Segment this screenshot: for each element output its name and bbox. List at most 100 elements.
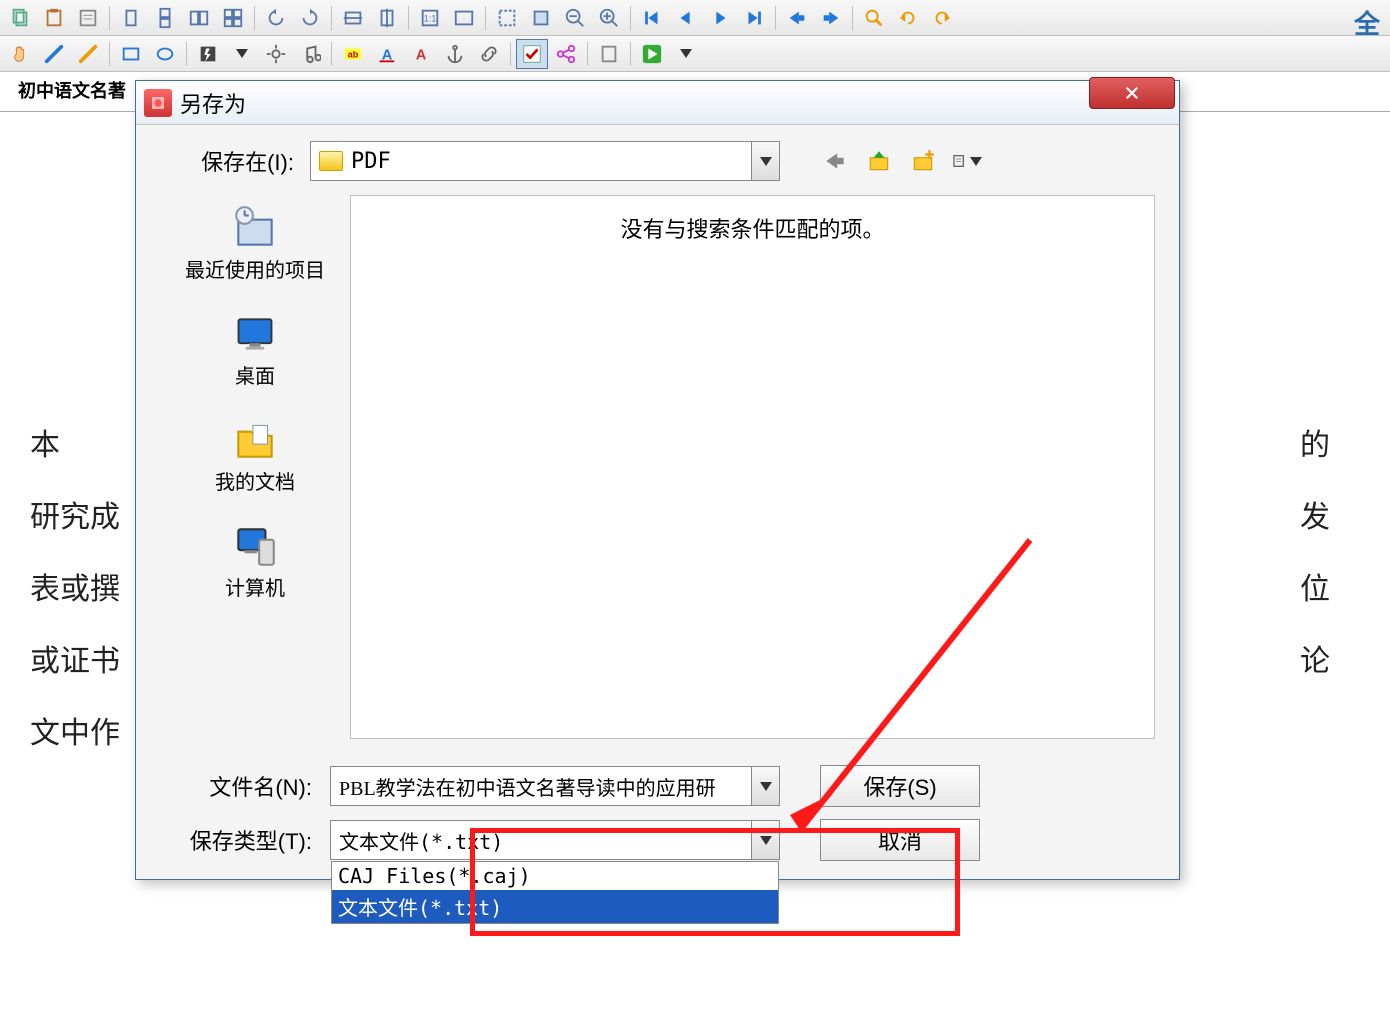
right-toolbar-label: 全 xyxy=(1354,4,1380,41)
last-page-icon[interactable] xyxy=(738,3,770,33)
rotate-left-icon[interactable] xyxy=(260,3,292,33)
filetype-label: 保存类型(T): xyxy=(160,824,330,856)
doc-text: 位 xyxy=(1300,554,1330,626)
font-style-icon[interactable]: A xyxy=(371,39,403,69)
share-icon[interactable] xyxy=(550,39,582,69)
rotate-right-icon[interactable] xyxy=(294,3,326,33)
back-icon[interactable] xyxy=(781,3,813,33)
doc-text: 论 xyxy=(1300,626,1330,698)
dialog-titlebar[interactable]: 另存为 xyxy=(136,81,1179,125)
chevron-down-icon[interactable] xyxy=(751,821,779,859)
go-icon[interactable] xyxy=(636,39,668,69)
sidebar-item-label: 最近使用的项目 xyxy=(185,259,325,283)
view-menu-icon[interactable] xyxy=(952,146,982,176)
undo-icon[interactable] xyxy=(892,3,924,33)
properties-icon[interactable] xyxy=(72,3,104,33)
doc-text: 表或撰 xyxy=(30,554,120,626)
font-color-icon[interactable]: A xyxy=(405,39,437,69)
save-button[interactable]: 保存(S) xyxy=(820,765,980,807)
bookmark-icon[interactable] xyxy=(593,39,625,69)
go-dropdown-icon[interactable] xyxy=(670,39,702,69)
copy-icon[interactable] xyxy=(4,3,36,33)
search-icon[interactable] xyxy=(858,3,890,33)
filetype-option[interactable]: 文本文件(*.txt) xyxy=(332,890,778,923)
desktop-icon xyxy=(227,309,283,359)
zoom-in-icon[interactable] xyxy=(593,3,625,33)
page-book-icon[interactable] xyxy=(217,3,249,33)
sidebar-item-label: 桌面 xyxy=(235,365,275,389)
paste-icon[interactable] xyxy=(38,3,70,33)
empty-message: 没有与搜索条件匹配的项。 xyxy=(361,212,1144,244)
sidebar-documents[interactable]: 我的文档 xyxy=(185,415,325,495)
anchor-icon[interactable] xyxy=(439,39,471,69)
rect-icon[interactable] xyxy=(115,39,147,69)
fit-page-icon[interactable] xyxy=(371,3,403,33)
close-button[interactable] xyxy=(1089,77,1175,109)
sidebar-item-label: 我的文档 xyxy=(215,471,295,495)
prev-page-icon[interactable] xyxy=(670,3,702,33)
filetype-combo[interactable]: 文本文件(*.txt) CAJ Files(*.caj) 文本文件(*.txt) xyxy=(330,820,780,860)
sidebar-desktop[interactable]: 桌面 xyxy=(185,309,325,389)
svg-text:ab: ab xyxy=(348,49,359,59)
check-icon[interactable] xyxy=(516,39,548,69)
marquee-icon[interactable] xyxy=(491,3,523,33)
doc-text: 本 xyxy=(30,410,120,482)
toolbar-row-1: 1:1 全 xyxy=(0,0,1390,36)
crop-icon[interactable] xyxy=(525,3,557,33)
documents-icon xyxy=(227,415,283,465)
music-icon[interactable] xyxy=(294,39,326,69)
folder-icon xyxy=(319,151,343,171)
fit-width-icon[interactable] xyxy=(337,3,369,33)
doc-text: 的 xyxy=(1300,410,1330,482)
filetype-dropdown: CAJ Files(*.caj) 文本文件(*.txt) xyxy=(331,861,779,924)
dialog-title: 另存为 xyxy=(180,87,246,119)
page-facing-icon[interactable] xyxy=(183,3,215,33)
filetype-value: 文本文件(*.txt) xyxy=(339,826,503,855)
places-sidebar: 最近使用的项目 桌面 我的文档 计算机 xyxy=(160,195,350,739)
filename-label: 文件名(N): xyxy=(160,770,330,802)
first-page-icon[interactable] xyxy=(636,3,668,33)
doc-text: 发 xyxy=(1300,482,1330,554)
dialog-app-icon xyxy=(144,89,172,117)
pen-orange-icon[interactable] xyxy=(72,39,104,69)
dropdown-icon[interactable] xyxy=(226,39,258,69)
sidebar-computer[interactable]: 计算机 xyxy=(185,521,325,601)
svg-text:A: A xyxy=(416,47,427,63)
save-in-value: PDF xyxy=(351,149,391,174)
redo-icon[interactable] xyxy=(926,3,958,33)
save-as-dialog: 另存为 保存在(I): PDF 最近使用的项目 xyxy=(135,80,1180,880)
sidebar-item-label: 计算机 xyxy=(225,577,285,601)
document-tab[interactable]: 初中语文名著 xyxy=(4,69,140,111)
flash-icon[interactable] xyxy=(192,39,224,69)
link-icon[interactable] xyxy=(473,39,505,69)
next-page-icon[interactable] xyxy=(704,3,736,33)
nav-back-icon[interactable] xyxy=(820,146,850,176)
page-single-icon[interactable] xyxy=(115,3,147,33)
highlight-icon[interactable]: ab xyxy=(337,39,369,69)
fit-visible-icon[interactable] xyxy=(448,3,480,33)
file-list-pane[interactable]: 没有与搜索条件匹配的项。 xyxy=(350,195,1155,739)
gear-icon[interactable] xyxy=(260,39,292,69)
chevron-down-icon[interactable] xyxy=(751,142,779,180)
page-continuous-icon[interactable] xyxy=(149,3,181,33)
forward-icon[interactable] xyxy=(815,3,847,33)
toolbar-row-2: ab A A xyxy=(0,36,1390,72)
new-folder-icon[interactable] xyxy=(908,146,938,176)
filetype-option[interactable]: CAJ Files(*.caj) xyxy=(332,862,778,890)
ellipse-icon[interactable] xyxy=(149,39,181,69)
recent-icon xyxy=(227,203,283,253)
doc-text: 研究成 xyxy=(30,482,120,554)
doc-text: 或证书 xyxy=(30,626,120,698)
save-in-combo[interactable]: PDF xyxy=(310,141,780,181)
svg-text:1:1: 1:1 xyxy=(424,13,437,23)
cancel-button[interactable]: 取消 xyxy=(820,819,980,861)
filename-input[interactable]: PBL教学法在初中语文名著导读中的应用研 xyxy=(330,766,780,806)
actual-size-icon[interactable]: 1:1 xyxy=(414,3,446,33)
filename-value: PBL教学法在初中语文名著导读中的应用研 xyxy=(339,772,741,801)
nav-up-icon[interactable] xyxy=(864,146,894,176)
pen-blue-icon[interactable] xyxy=(38,39,70,69)
hand-tool-icon[interactable] xyxy=(4,39,36,69)
sidebar-recent[interactable]: 最近使用的项目 xyxy=(185,203,325,283)
chevron-down-icon[interactable] xyxy=(751,767,779,805)
zoom-out-icon[interactable] xyxy=(559,3,591,33)
